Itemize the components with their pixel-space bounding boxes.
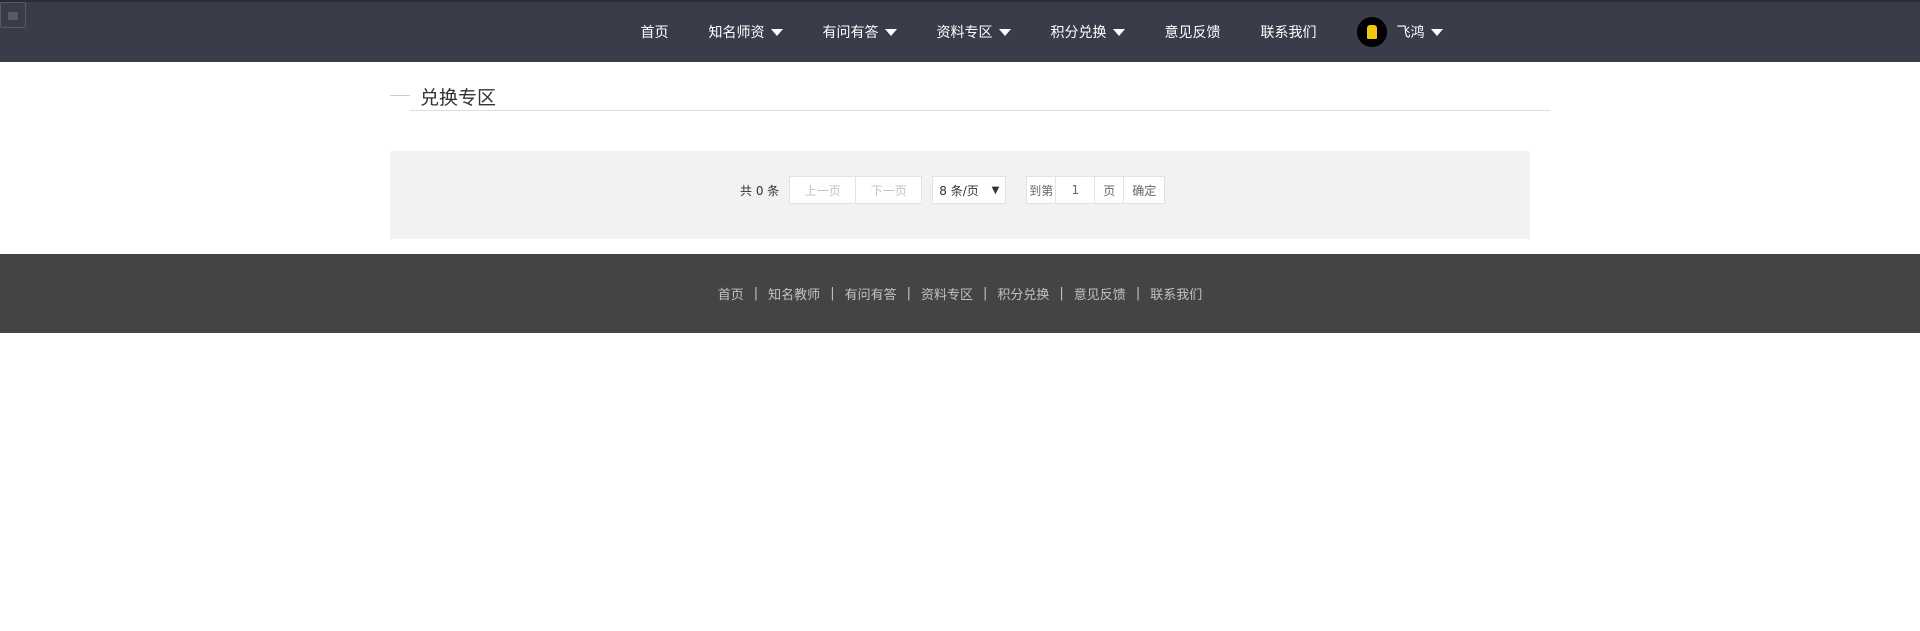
nav-label: 资料专区 xyxy=(936,25,993,41)
nav-label: 意见反馈 xyxy=(1164,25,1221,41)
total-count: 共 0 条 xyxy=(740,183,780,198)
footer-separator: | xyxy=(906,286,911,301)
next-page-button[interactable]: 下一页 xyxy=(855,176,923,204)
user-name: 飞鸿 xyxy=(1396,25,1425,41)
footer-separator: | xyxy=(830,286,835,301)
footer: 首页 | 知名教师 | 有问有答 | 资料专区 | 积分兑换 | 意见反馈 | … xyxy=(0,254,1920,333)
avatar-image xyxy=(1366,25,1377,39)
footer-link-teachers[interactable]: 知名教师 xyxy=(768,284,820,303)
nav-label: 有问有答 xyxy=(822,25,879,41)
nav-label: 积分兑换 xyxy=(1050,25,1107,41)
nav-item-qa[interactable]: 有问有答 xyxy=(823,22,897,42)
nav-item-home[interactable]: 首页 xyxy=(641,22,669,42)
avatar xyxy=(1356,17,1387,47)
footer-separator: | xyxy=(1059,286,1064,301)
page-number-input[interactable] xyxy=(1055,176,1096,204)
footer-link-home[interactable]: 首页 xyxy=(718,284,744,303)
title-divider xyxy=(410,110,1550,111)
caret-down-icon xyxy=(1430,28,1443,36)
page-unit-label: 页 xyxy=(1094,176,1125,204)
page-size-value: 8 条/页 xyxy=(939,183,979,198)
nav-item-teachers[interactable]: 知名师资 xyxy=(709,22,783,42)
footer-link-qa[interactable]: 有问有答 xyxy=(845,284,897,303)
section-header: 兑换专区 xyxy=(390,78,1550,112)
caret-down-icon xyxy=(884,28,897,36)
caret-down-icon xyxy=(1112,28,1125,36)
nav-label: 联系我们 xyxy=(1260,25,1317,41)
title-dash xyxy=(390,95,410,96)
nav-item-points[interactable]: 积分兑换 xyxy=(1051,22,1125,42)
nav-item-contact[interactable]: 联系我们 xyxy=(1261,22,1317,42)
footer-link-feedback[interactable]: 意见反馈 xyxy=(1074,284,1126,303)
caret-down-icon xyxy=(770,28,783,36)
top-navbar: 首页 知名师资 有问有答 资料专区 积分兑换 意见反馈 联系我们 飞鸿 xyxy=(0,0,1920,62)
page-title: 兑换专区 xyxy=(420,87,497,109)
dropdown-arrow-icon: ▼ xyxy=(991,184,1000,196)
nav-label: 首页 xyxy=(640,25,669,41)
main-nav: 首页 知名师资 有问有答 资料专区 积分兑换 意见反馈 联系我们 飞鸿 xyxy=(0,2,1920,62)
footer-link-points[interactable]: 积分兑换 xyxy=(997,284,1049,303)
footer-separator: | xyxy=(983,286,988,301)
footer-separator: | xyxy=(1135,286,1141,301)
page-size-select[interactable]: 8 条/页 ▼ xyxy=(932,176,1007,204)
footer-link-contact[interactable]: 联系我们 xyxy=(1150,284,1202,303)
footer-link-resources[interactable]: 资料专区 xyxy=(921,284,973,303)
nav-item-resources[interactable]: 资料专区 xyxy=(937,22,1011,42)
goto-label: 到第 xyxy=(1026,176,1057,204)
prev-page-button[interactable]: 上一页 xyxy=(789,176,857,204)
content-area: 共 0 条 上一页 下一页 8 条/页 ▼ 到第 页 确定 xyxy=(390,151,1530,239)
goto-page: 到第 页 确定 xyxy=(1026,176,1166,204)
pagination: 共 0 条 上一页 下一页 8 条/页 ▼ 到第 页 确定 xyxy=(740,175,1166,205)
caret-down-icon xyxy=(998,28,1011,36)
confirm-button[interactable]: 确定 xyxy=(1123,176,1166,204)
footer-separator: | xyxy=(753,286,759,301)
nav-item-feedback[interactable]: 意见反馈 xyxy=(1165,22,1221,42)
user-menu[interactable]: 飞鸿 xyxy=(1356,17,1443,47)
nav-label: 知名师资 xyxy=(708,25,765,41)
